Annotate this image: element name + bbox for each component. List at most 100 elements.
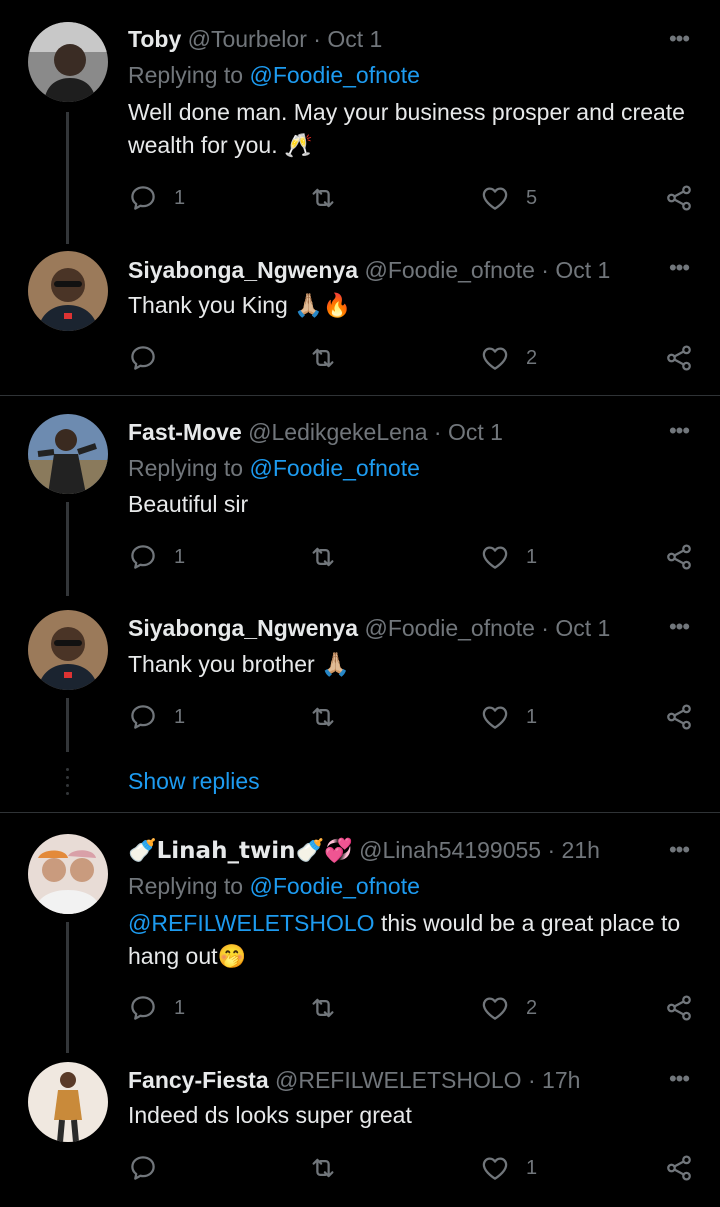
tweet-fancy-fiesta[interactable]: Fancy-Fiesta @REFILWELETSHOLO · 17h ••• …: [0, 1053, 720, 1207]
heart-icon: [480, 702, 510, 732]
replying-to: Replying to @Foodie_ofnote: [128, 453, 420, 483]
tweet-text: Indeed ds looks super great: [128, 1102, 412, 1128]
reply-button[interactable]: 1: [128, 700, 185, 734]
reply-count: 1: [174, 996, 186, 1019]
avatar[interactable]: [28, 1062, 108, 1142]
user-handle[interactable]: @Foodie_ofnote: [364, 257, 534, 283]
share-icon: [664, 993, 694, 1023]
reply-button[interactable]: [128, 341, 158, 375]
heart-icon: [480, 542, 510, 572]
share-button[interactable]: [664, 341, 694, 375]
thread-line: [66, 112, 69, 244]
user-handle[interactable]: @Foodie_ofnote: [364, 615, 534, 641]
thread-line: [66, 922, 69, 1053]
mention-link[interactable]: @Foodie_ofnote: [249, 455, 419, 481]
replying-to: Replying to @Foodie_ofnote: [128, 871, 420, 901]
retweet-button[interactable]: [308, 181, 338, 215]
share-button[interactable]: [664, 540, 694, 574]
tweet-siyabonga-2[interactable]: Siyabonga_Ngwenya @Foodie_ofnote · Oct 1…: [0, 596, 720, 752]
tweet-text: Well done man. May your business prosper…: [128, 99, 685, 158]
share-button[interactable]: [664, 1151, 694, 1185]
more-icon[interactable]: •••: [666, 837, 692, 863]
mention-link[interactable]: @Foodie_ofnote: [249, 873, 419, 899]
mention-link[interactable]: @Foodie_ofnote: [249, 62, 419, 88]
user-handle[interactable]: @Tourbelor: [188, 26, 307, 52]
avatar[interactable]: [28, 251, 108, 331]
reply-icon: [128, 1153, 158, 1183]
share-icon: [664, 183, 694, 213]
tweet-text: @REFILWELETSHOLO this would be a great p…: [128, 907, 696, 973]
reply-button[interactable]: [128, 1151, 158, 1185]
retweet-button[interactable]: [308, 1151, 338, 1185]
more-icon[interactable]: •••: [666, 614, 692, 640]
action-bar: 1 5: [128, 181, 698, 215]
like-button[interactable]: 5: [480, 181, 537, 215]
retweet-icon: [308, 993, 338, 1023]
timestamp[interactable]: Oct 1: [555, 257, 610, 283]
user-handle[interactable]: @LedikgekeLena: [248, 419, 427, 445]
user-handle[interactable]: @REFILWELETSHOLO: [275, 1067, 522, 1093]
display-name[interactable]: Siyabonga_Ngwenya: [128, 257, 358, 283]
display-name[interactable]: Fast-Move: [128, 419, 242, 445]
heart-icon: [480, 343, 510, 373]
user-handle[interactable]: @Linah54199055: [359, 837, 541, 863]
like-button[interactable]: 2: [480, 991, 537, 1025]
separator: ·: [534, 257, 556, 283]
more-icon[interactable]: •••: [666, 255, 692, 281]
tweet-siyabonga-1[interactable]: Siyabonga_Ngwenya @Foodie_ofnote · Oct 1…: [0, 245, 720, 395]
reply-count: 1: [174, 545, 186, 568]
separator: ·: [521, 1067, 543, 1093]
show-replies-link[interactable]: Show replies: [128, 768, 260, 795]
action-bar: 1 1: [128, 700, 698, 734]
timestamp[interactable]: Oct 1: [555, 615, 610, 641]
timestamp[interactable]: Oct 1: [327, 26, 382, 52]
retweet-button[interactable]: [308, 991, 338, 1025]
retweet-button[interactable]: [308, 700, 338, 734]
share-button[interactable]: [664, 991, 694, 1025]
heart-icon: [480, 183, 510, 213]
reply-count: 1: [174, 705, 186, 728]
retweet-button[interactable]: [308, 540, 338, 574]
like-count: 1: [526, 1156, 538, 1179]
reply-button[interactable]: 1: [128, 540, 185, 574]
reply-button[interactable]: 1: [128, 181, 185, 215]
like-button[interactable]: 1: [480, 1151, 537, 1185]
separator: ·: [427, 419, 448, 445]
display-name[interactable]: Fancy-Fiesta: [128, 1067, 269, 1093]
share-button[interactable]: [664, 700, 694, 734]
like-count: 2: [526, 346, 538, 369]
avatar[interactable]: [28, 414, 108, 494]
retweet-button[interactable]: [308, 341, 338, 375]
display-name[interactable]: 🍼Linah_twin🍼💞: [128, 838, 353, 864]
mention-link[interactable]: @REFILWELETSHOLO: [128, 910, 375, 936]
like-button[interactable]: 1: [480, 700, 537, 734]
display-name[interactable]: Siyabonga_Ngwenya: [128, 615, 358, 641]
avatar[interactable]: [28, 610, 108, 690]
reply-button[interactable]: 1: [128, 991, 185, 1025]
timestamp[interactable]: 21h: [562, 837, 600, 863]
display-name[interactable]: Toby: [128, 26, 181, 52]
retweet-icon: [308, 702, 338, 732]
more-icon[interactable]: •••: [666, 1066, 692, 1092]
more-icon[interactable]: •••: [666, 418, 692, 444]
reply-icon: [128, 542, 158, 572]
more-icon[interactable]: •••: [666, 26, 692, 52]
reply-count: 1: [174, 186, 186, 209]
share-button[interactable]: [664, 181, 694, 215]
tweet-linah[interactable]: 🍼Linah_twin🍼💞 @Linah54199055 · 21h ••• R…: [0, 813, 720, 1053]
tweet-header: Toby @Tourbelor · Oct 1: [128, 24, 660, 54]
avatar[interactable]: [28, 834, 108, 914]
tweet-fast-move[interactable]: Fast-Move @LedikgekeLena · Oct 1 ••• Rep…: [0, 396, 720, 596]
replying-to: Replying to @Foodie_ofnote: [128, 60, 420, 90]
like-button[interactable]: 1: [480, 540, 537, 574]
tweet-toby[interactable]: Toby @Tourbelor · Oct 1 ••• Replying to …: [0, 0, 720, 245]
share-icon: [664, 702, 694, 732]
timestamp[interactable]: Oct 1: [448, 419, 503, 445]
like-button[interactable]: 2: [480, 341, 537, 375]
timestamp[interactable]: 17h: [542, 1067, 580, 1093]
share-icon: [664, 542, 694, 572]
action-bar: 2: [128, 341, 698, 375]
avatar[interactable]: [28, 22, 108, 102]
reply-icon: [128, 343, 158, 373]
thread-line: [66, 698, 69, 752]
